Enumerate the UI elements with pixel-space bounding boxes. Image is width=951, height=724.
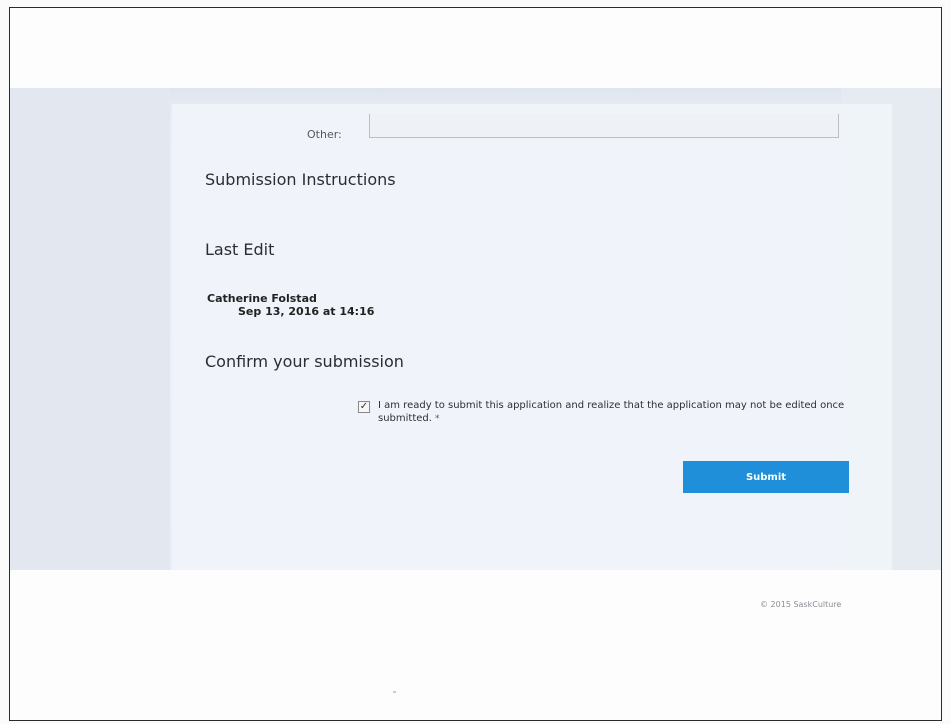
required-marker: * xyxy=(434,414,440,424)
background-left-column xyxy=(10,88,170,570)
submit-button[interactable]: Submit xyxy=(683,461,849,493)
confirm-checkbox[interactable]: ✓ xyxy=(358,401,370,413)
submission-panel: Other: Submission Instructions Last Edit… xyxy=(172,104,892,570)
other-input[interactable] xyxy=(369,114,839,138)
edit-date: Sep 13, 2016 at 14:16 xyxy=(238,305,375,318)
confirm-heading: Confirm your submission xyxy=(205,352,404,371)
confirm-text: I am ready to submit this application an… xyxy=(378,399,848,426)
scan-smudge xyxy=(393,691,396,693)
last-edit-heading: Last Edit xyxy=(205,240,275,259)
editor-name: Catherine Folstad xyxy=(207,292,317,305)
other-label: Other: xyxy=(307,128,342,141)
submission-instructions-heading: Submission Instructions xyxy=(205,170,396,189)
footer-copyright: © 2015 SaskCulture xyxy=(760,600,842,609)
page-frame: Other: Submission Instructions Last Edit… xyxy=(9,7,942,721)
confirm-text-body: I am ready to submit this application an… xyxy=(378,400,845,424)
